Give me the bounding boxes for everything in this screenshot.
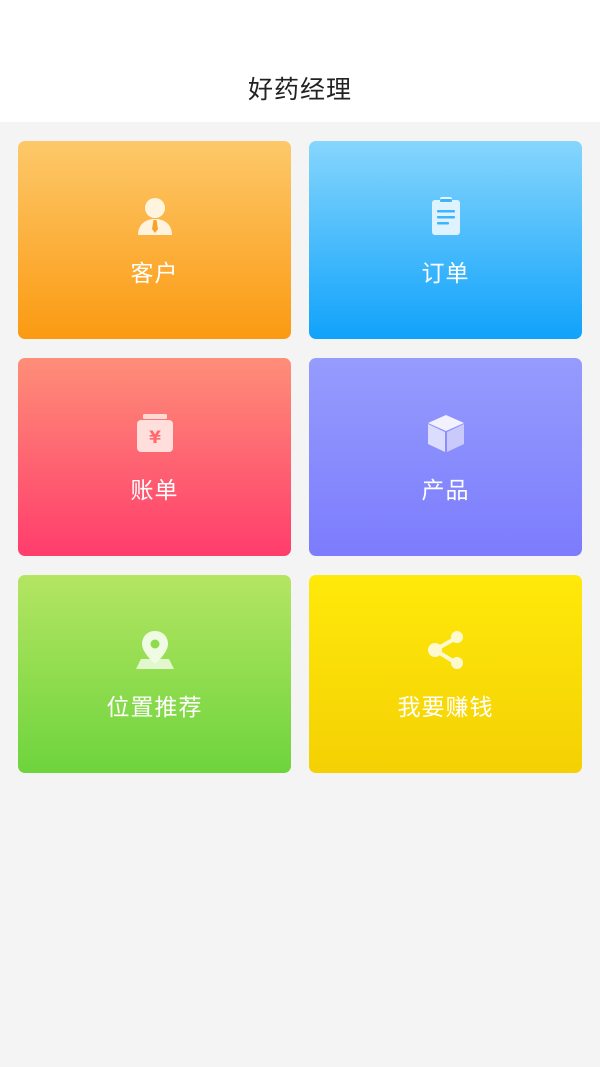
share-icon (426, 629, 466, 671)
clipboard-icon (426, 195, 466, 237)
tile-orders-label: 订单 (421, 261, 470, 287)
box-icon (426, 412, 466, 454)
tile-bills[interactable]: ¥ 账单 (18, 358, 291, 556)
tile-customers-label: 客户 (130, 261, 179, 287)
page-title: 好药经理 (247, 75, 352, 104)
tile-orders[interactable]: 订单 (309, 141, 582, 339)
tile-location-recommend[interactable]: 位置推荐 (18, 575, 291, 773)
tile-products-label: 产品 (421, 478, 470, 504)
svg-text:¥: ¥ (149, 428, 161, 448)
app-header: 好药经理 (0, 0, 600, 122)
tile-earn-label: 我要赚钱 (397, 695, 494, 721)
tile-earn-money[interactable]: 我要赚钱 (309, 575, 582, 773)
customer-icon (135, 195, 175, 237)
tile-bills-label: 账单 (130, 478, 179, 504)
tile-products[interactable]: 产品 (309, 358, 582, 556)
yuan-bill-icon: ¥ (135, 412, 175, 454)
tile-location-label: 位置推荐 (106, 695, 203, 721)
location-pin-icon (135, 629, 175, 671)
tile-customers[interactable]: 客户 (18, 141, 291, 339)
